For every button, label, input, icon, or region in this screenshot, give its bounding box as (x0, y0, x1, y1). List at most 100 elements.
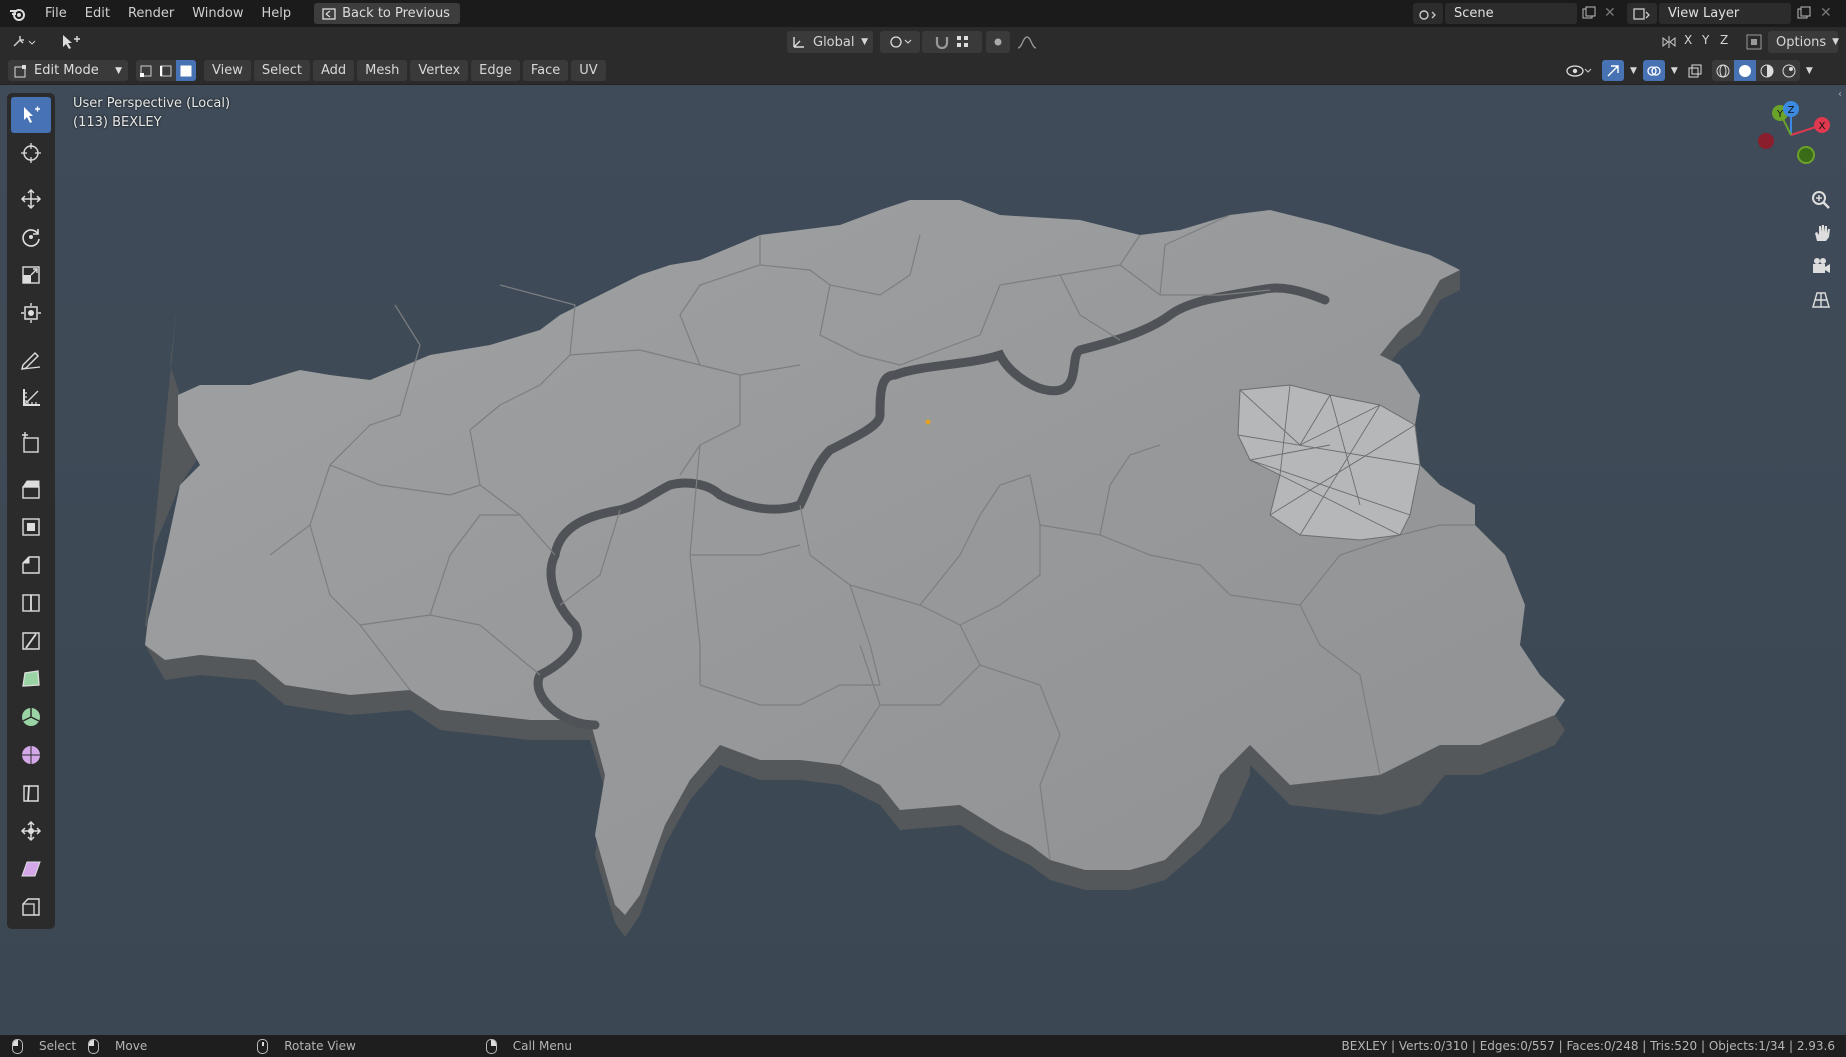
back-screen-icon (322, 7, 336, 20)
transform-icon (21, 303, 41, 323)
mode-select[interactable]: Edit Mode ▼ (8, 60, 128, 81)
mirror-z-toggle[interactable]: Z (1720, 33, 1728, 47)
proportional-editing-toggle[interactable] (986, 31, 1010, 53)
view-layer-name-field[interactable]: View Layer (1659, 3, 1791, 24)
menu-render[interactable]: Render (119, 0, 183, 27)
spin-tool[interactable] (11, 699, 51, 735)
shading-chevron-down-icon[interactable]: ▼ (1806, 66, 1813, 76)
falloff-curve-icon (1017, 36, 1037, 49)
xray-toggle-icon[interactable] (1684, 60, 1706, 81)
orientation-axes-icon (793, 37, 804, 48)
measure-ruler-icon (23, 389, 40, 406)
options-dropdown[interactable]: Options ▼ (1768, 31, 1839, 53)
solid-shading-icon[interactable] (1733, 60, 1756, 81)
scene-new-icon[interactable] (1582, 6, 1596, 20)
scale-tool[interactable] (11, 257, 51, 293)
status-select-hint: Select (12, 1038, 77, 1054)
inset-tool[interactable] (11, 509, 51, 545)
face-select-mode-button[interactable] (176, 60, 196, 81)
menu-help[interactable]: Help (253, 0, 301, 27)
menu-add[interactable]: Add (312, 60, 355, 81)
scene-browse-icon[interactable] (1413, 3, 1443, 24)
gizmo-neg-y-dot[interactable] (1797, 146, 1815, 164)
menu-mesh[interactable]: Mesh (357, 60, 408, 81)
zoom-view-button[interactable] (1806, 185, 1836, 215)
spin-icon (22, 708, 40, 726)
transform-tool[interactable] (11, 295, 51, 331)
view-layer-new-icon[interactable] (1797, 6, 1811, 20)
london-boroughs-mesh[interactable] (0, 85, 1846, 1035)
annotate-tool[interactable] (11, 341, 51, 377)
extrude-tool[interactable] (11, 471, 51, 507)
bevel-tool[interactable] (11, 547, 51, 583)
cursor-tool[interactable] (11, 135, 51, 171)
snap-grid-icon (957, 36, 968, 47)
gizmo-neg-x-dot[interactable] (1758, 133, 1774, 149)
gizmo-toggle-icon[interactable] (1602, 60, 1624, 81)
auto-merge-icon[interactable] (1745, 33, 1763, 51)
wireframe-shading-icon[interactable] (1712, 64, 1734, 78)
shear-tool[interactable] (11, 851, 51, 887)
camera-view-button[interactable] (1806, 251, 1836, 281)
loop-cut-icon (22, 594, 40, 612)
editor-type-icon[interactable] (8, 31, 42, 53)
shrink-fatten-tool[interactable] (11, 813, 51, 849)
gizmo-y-label: Y (1776, 109, 1784, 120)
inset-icon (22, 518, 40, 536)
mirror-butterfly-icon[interactable] (1660, 33, 1678, 51)
menu-select[interactable]: Select (253, 60, 310, 81)
rotate-tool[interactable] (11, 219, 51, 255)
gizmo-chevron-down-icon[interactable]: ▼ (1630, 66, 1637, 76)
sidebar-toggle-chevron-icon[interactable]: ‹ (1838, 89, 1846, 101)
snap-controls[interactable] (922, 31, 982, 53)
scene-close-icon[interactable]: ✕ (1604, 5, 1616, 21)
ortho-toggle-button[interactable] (1806, 284, 1836, 314)
menu-file[interactable]: File (36, 0, 76, 27)
3d-viewport[interactable]: User Perspective (Local) (113) BEXLEY Y … (0, 85, 1846, 1035)
menu-face[interactable]: Face (522, 60, 569, 81)
edge-slide-tool[interactable] (11, 775, 51, 811)
menu-edit[interactable]: Edit (76, 0, 119, 27)
blender-logo-icon[interactable] (0, 0, 36, 27)
overlays-chevron-down-icon[interactable]: ▼ (1671, 66, 1678, 76)
rip-tool[interactable] (11, 889, 51, 925)
edge-select-mode-button[interactable] (156, 60, 176, 81)
pan-view-button[interactable] (1806, 218, 1836, 248)
edit-mode-icon (14, 64, 26, 77)
move-tool[interactable] (11, 181, 51, 217)
menu-edge[interactable]: Edge (471, 60, 520, 81)
vertex-select-mode-button[interactable] (136, 60, 156, 81)
smooth-tool[interactable] (11, 737, 51, 773)
menu-window[interactable]: Window (183, 0, 252, 27)
pivot-point-select[interactable] (880, 31, 920, 53)
view-layer-close-icon[interactable]: ✕ (1820, 5, 1832, 21)
status-select-label: Select (39, 1039, 77, 1053)
knife-tool[interactable] (11, 623, 51, 659)
rendered-shading-icon[interactable] (1778, 64, 1800, 78)
poly-build-tool[interactable] (11, 661, 51, 697)
visibility-eye-icon[interactable] (1562, 60, 1596, 81)
back-to-previous-button[interactable]: Back to Previous (314, 3, 460, 24)
menu-vertex[interactable]: Vertex (410, 60, 469, 81)
add-cube-tool[interactable] (11, 425, 51, 461)
mouse-middle-icon (257, 1038, 269, 1054)
transform-orientation-select[interactable]: Global ▼ (787, 31, 873, 53)
rip-icon (22, 898, 40, 916)
active-tool-icon[interactable] (58, 31, 82, 53)
menu-view[interactable]: View (204, 60, 251, 81)
navigation-gizmo[interactable]: Y Z X (1746, 95, 1836, 175)
mode-chevron-down-icon: ▼ (115, 65, 122, 76)
view-layer-browse-icon[interactable] (1627, 3, 1657, 24)
overlays-toggle-icon[interactable] (1642, 60, 1665, 81)
falloff-select[interactable] (1012, 31, 1042, 53)
mouse-left-icon (12, 1038, 23, 1054)
menu-uv[interactable]: UV (571, 60, 606, 81)
mirror-x-toggle[interactable]: X (1684, 33, 1692, 47)
scene-name-field[interactable]: Scene (1445, 3, 1577, 24)
loop-cut-tool[interactable] (11, 585, 51, 621)
mirror-y-toggle[interactable]: Y (1702, 33, 1709, 47)
select-box-tool[interactable] (11, 97, 51, 133)
cursor-icon (21, 143, 41, 163)
measure-tool[interactable] (11, 379, 51, 415)
material-shading-icon[interactable] (1756, 64, 1778, 78)
